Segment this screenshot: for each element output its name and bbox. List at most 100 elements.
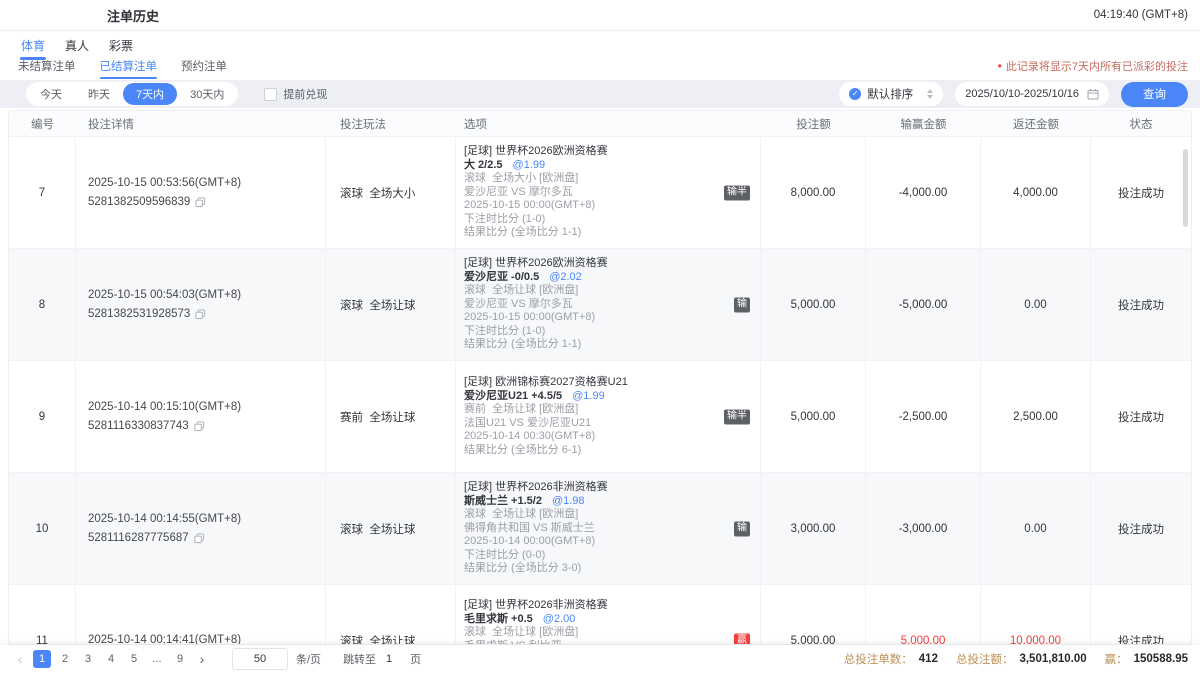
sort-arrows-icon — [927, 89, 933, 99]
page-title: 注单历史 — [107, 6, 159, 25]
col-header-status: 状态 — [1091, 111, 1191, 136]
next-page-icon[interactable]: › — [194, 652, 210, 666]
bet-number: 5281116330837743 — [88, 417, 189, 436]
sub-tabs: 未结算注单 已结算注单 预约注单 • 此记录将显示7天内所有已派彩的投注 — [0, 58, 1200, 80]
option-detail-line: 2025-10-15 00:00(GMT+8) — [464, 311, 718, 325]
pick: 毛里求斯 +0.5 — [464, 613, 533, 625]
tab-settled[interactable]: 已结算注单 — [98, 58, 160, 81]
stake-amount: 5,000.00 — [761, 585, 866, 645]
range-today-button[interactable]: 今天 — [27, 83, 75, 105]
totals-summary: 总投注单数： 412 总投注额： 3,501,810.00 赢： 150588.… — [844, 651, 1188, 667]
option-detail-line: 结果比分 (全场比分 1-1) — [464, 338, 718, 352]
copy-icon[interactable] — [195, 309, 206, 320]
col-header-id: 编号 — [9, 111, 76, 136]
league-name: [足球] 世界杯2026非洲资格赛 — [464, 599, 718, 613]
main-tabs: 体育 真人 彩票 — [0, 31, 1200, 58]
early-settle-label: 提前兑现 — [283, 86, 327, 102]
odds: @1.99 — [572, 390, 605, 402]
option-cell: [足球] 世界杯2026欧洲资格赛 大 2/2.5@1.99 滚球 全场大小 [… — [456, 137, 761, 248]
checkbox-icon[interactable] — [264, 88, 277, 101]
option-cell: [足球] 世界杯2026欧洲资格赛 爱沙尼亚 -0/0.5@2.02 滚球 全场… — [456, 249, 761, 360]
check-circle-icon: ✓ — [849, 88, 861, 100]
play-type: 滚球 全场让球 — [326, 473, 456, 584]
pick-line: 爱沙尼亚 -0/0.5@2.02 — [464, 271, 718, 285]
bet-index: 9 — [9, 361, 76, 472]
sort-selected-value: 默认排序 — [867, 86, 913, 102]
tab-unsettled[interactable]: 未结算注单 — [16, 58, 78, 81]
return-amount: 0.00 — [981, 473, 1091, 584]
date-range-segmented-control: 今天 昨天 7天内 30天内 — [26, 82, 238, 106]
range-30days-button[interactable]: 30天内 — [177, 83, 237, 105]
pick: 大 2/2.5 — [464, 159, 503, 171]
page-button[interactable]: 1 — [33, 650, 51, 668]
odds: @2.02 — [549, 271, 582, 283]
result-badge: 输半 — [724, 409, 750, 424]
clock: 04:19:40 (GMT+8) — [1094, 9, 1188, 21]
page-button[interactable]: 2 — [56, 650, 74, 668]
col-header-winloss: 输赢金额 — [866, 111, 981, 136]
bet-time: 2025-10-14 00:14:41(GMT+8) — [88, 631, 325, 645]
note-bullet-icon: • — [998, 59, 1002, 73]
bet-status: 投注成功 — [1091, 361, 1191, 472]
tab-reserved[interactable]: 预约注单 — [179, 58, 229, 81]
page-ellipsis[interactable]: ... — [148, 650, 166, 668]
col-header-play: 投注玩法 — [326, 111, 456, 136]
result-badge: 输 — [734, 521, 750, 536]
league-name: [足球] 欧洲锦标赛2027资格赛U21 — [464, 376, 718, 390]
return-amount: 0.00 — [981, 249, 1091, 360]
total-win-value: 150588.95 — [1134, 653, 1188, 665]
total-win-label: 赢： — [1105, 651, 1128, 667]
col-header-detail: 投注详情 — [76, 111, 326, 136]
vertical-scrollbar[interactable] — [1183, 149, 1188, 227]
col-header-return: 返还金额 — [981, 111, 1091, 136]
play-type: 滚球 全场让球 — [326, 585, 456, 645]
jump-page-input[interactable] — [376, 648, 402, 670]
bet-status: 投注成功 — [1091, 585, 1191, 645]
bet-status: 投注成功 — [1091, 473, 1191, 584]
copy-icon[interactable] — [194, 421, 205, 432]
range-7days-button[interactable]: 7天内 — [123, 83, 177, 105]
prev-page-icon[interactable]: ‹ — [12, 652, 28, 666]
option-cell: [足球] 欧洲锦标赛2027资格赛U21 爱沙尼亚U21 +4.5/5@1.99… — [456, 361, 761, 472]
bet-history-page: 注单历史 04:19:40 (GMT+8) 体育 真人 彩票 未结算注单 已结算… — [0, 0, 1200, 673]
copy-icon[interactable] — [195, 197, 206, 208]
pick-line: 爱沙尼亚U21 +4.5/5@1.99 — [464, 390, 718, 404]
option-cell: [足球] 世界杯2026非洲资格赛 斯威士兰 +1.5/2@1.98 滚球 全场… — [456, 473, 761, 584]
range-yesterday-button[interactable]: 昨天 — [75, 83, 123, 105]
play-type: 滚球 全场大小 — [326, 137, 456, 248]
option-detail-line: 结果比分 (全场比分 1-1) — [464, 226, 718, 240]
total-stake-value: 3,501,810.00 — [1019, 653, 1086, 665]
page-button[interactable]: 3 — [79, 650, 97, 668]
pick: 斯威士兰 +1.5/2 — [464, 495, 542, 507]
return-amount: 2,500.00 — [981, 361, 1091, 472]
result-badge: 输半 — [724, 185, 750, 200]
option-detail-line: 下注时比分 (0-0) — [464, 549, 718, 563]
page-size-input[interactable] — [232, 648, 288, 670]
option-detail-line: 滚球 全场让球 [欧洲盘] — [464, 508, 718, 522]
sort-select[interactable]: ✓ 默认排序 — [839, 82, 943, 106]
bet-number: 5281116287775687 — [88, 529, 189, 548]
winloss-amount: -5,000.00 — [866, 249, 981, 360]
table-row: 9 2025-10-14 00:15:10(GMT+8) 52811163308… — [9, 361, 1191, 473]
title-bar: 注单历史 04:19:40 (GMT+8) — [0, 0, 1200, 31]
filter-bar: 今天 昨天 7天内 30天内 提前兑现 ✓ 默认排序 2025/10/10-20… — [0, 80, 1200, 108]
date-range-picker[interactable]: 2025/10/10-2025/10/16 — [955, 82, 1109, 106]
winloss-amount: -3,000.00 — [866, 473, 981, 584]
per-page-label: 条/页 — [296, 651, 321, 667]
table-body: 7 2025-10-15 00:53:56(GMT+8) 52813825095… — [9, 137, 1191, 645]
option-detail-line: 结果比分 (全场比分 6-1) — [464, 444, 718, 458]
play-type: 滚球 全场让球 — [326, 249, 456, 360]
page-button[interactable]: 9 — [171, 650, 189, 668]
copy-icon[interactable] — [194, 533, 205, 544]
page-button[interactable]: 4 — [102, 650, 120, 668]
stake-amount: 5,000.00 — [761, 361, 866, 472]
col-header-stake: 投注额 — [761, 111, 866, 136]
page-button[interactable]: 5 — [125, 650, 143, 668]
early-settle-checkbox-wrap[interactable]: 提前兑现 — [264, 86, 327, 102]
bet-index: 7 — [9, 137, 76, 248]
calendar-icon — [1087, 88, 1099, 100]
bet-time: 2025-10-15 00:53:56(GMT+8) — [88, 174, 325, 193]
winloss-amount: -4,000.00 — [866, 137, 981, 248]
record-note: • 此记录将显示7天内所有已派彩的投注 — [998, 58, 1188, 74]
search-button[interactable]: 查询 — [1121, 82, 1188, 107]
